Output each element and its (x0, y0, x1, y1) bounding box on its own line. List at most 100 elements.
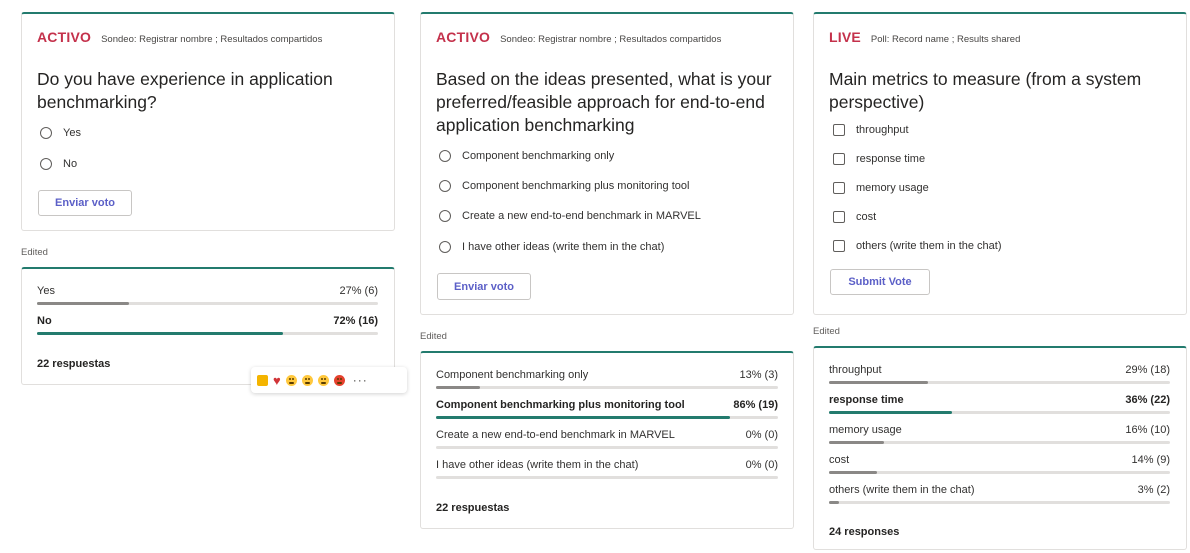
option-label: Component benchmarking only (462, 150, 615, 162)
poll-question: Do you have experience in application be… (37, 69, 333, 112)
more-options-icon[interactable]: ··· (353, 373, 368, 387)
checkbox[interactable] (833, 240, 845, 252)
result-label: Yes (37, 285, 55, 297)
result-label: cost (829, 454, 850, 466)
response-count: 24 responses (829, 526, 900, 538)
poll-option-2[interactable]: Component benchmarking plus monitoring t… (439, 180, 689, 192)
result-label: No (37, 315, 52, 327)
result-bar-track (829, 471, 1170, 474)
result-bar-fill (829, 381, 928, 384)
result-bar-fill (37, 302, 130, 305)
checkbox[interactable] (833, 211, 845, 223)
result-percentage: 0% (0) (745, 459, 778, 471)
poll-option-cost[interactable]: cost (833, 211, 876, 223)
result-row: cost 14% (9) (829, 454, 1170, 476)
poll-settings-text: Poll: Record name ; Results shared (870, 34, 1021, 45)
poll-option-no[interactable]: No (40, 158, 77, 170)
checkbox[interactable] (833, 182, 845, 194)
submit-vote-button[interactable]: Enviar voto (437, 273, 531, 300)
laugh-icon[interactable] (285, 374, 297, 386)
result-percentage: 13% (3) (739, 369, 778, 381)
result-bar-track (37, 302, 378, 305)
edited-label: Edited (813, 326, 840, 337)
result-bar-fill (37, 332, 283, 335)
sad-icon[interactable] (317, 374, 329, 386)
checkbox[interactable] (833, 153, 845, 165)
like-icon[interactable] (257, 374, 268, 386)
option-label: Create a new end-to-end benchmark in MAR… (462, 210, 701, 222)
submit-vote-button[interactable]: Enviar voto (38, 190, 132, 216)
result-label: response time (829, 394, 904, 406)
radio-button[interactable] (439, 180, 451, 192)
result-percentage: 36% (22) (1125, 394, 1170, 406)
poll-question-card: ACTIVO Sondeo: Registrar nombre ; Result… (420, 12, 794, 315)
result-bar-track (829, 381, 1170, 384)
poll-results-card: throughput 29% (18) response time 36% (2… (813, 346, 1187, 550)
radio-button[interactable] (439, 241, 451, 253)
poll-option-3[interactable]: Create a new end-to-end benchmark in MAR… (439, 210, 701, 222)
option-label: No (63, 158, 78, 170)
result-row: others (write them in the chat) 3% (2) (829, 484, 1170, 506)
result-percentage: 27% (6) (339, 285, 378, 297)
option-label: memory usage (856, 182, 929, 194)
result-bar-track (436, 446, 778, 449)
result-percentage: 14% (9) (1131, 454, 1170, 466)
poll-option-others[interactable]: others (write them in the chat) (833, 240, 1002, 252)
response-count: 22 respuestas (436, 502, 510, 514)
radio-button[interactable] (439, 150, 451, 162)
result-label: others (write them in the chat) (829, 484, 975, 496)
option-label: Yes (63, 127, 81, 139)
poll-option-throughput[interactable]: throughput (833, 124, 909, 136)
result-bar-track (37, 332, 378, 335)
poll-option-4[interactable]: I have other ideas (write them in the ch… (439, 241, 664, 253)
result-label: Create a new end-to-end benchmark in MAR… (436, 429, 675, 441)
result-bar-fill (436, 386, 481, 389)
result-bar-track (829, 411, 1170, 414)
result-percentage: 86% (19) (733, 399, 778, 411)
result-bar-fill (829, 471, 877, 474)
result-bar-track (829, 501, 1170, 504)
poll-question-card: LIVE Poll: Record name ; Results shared … (813, 12, 1187, 315)
result-percentage: 29% (18) (1125, 364, 1170, 376)
poll-option-memory-usage[interactable]: memory usage (833, 182, 929, 194)
poll-option-yes[interactable]: Yes (40, 127, 81, 139)
poll-header: LIVE Poll: Record name ; Results shared (829, 29, 1020, 45)
poll-question-card: ACTIVO Sondeo: Registrar nombre ; Result… (21, 12, 395, 231)
result-row: memory usage 16% (10) (829, 424, 1170, 446)
response-count: 22 respuestas (37, 358, 111, 370)
heart-icon[interactable]: ♥ (273, 374, 281, 387)
result-bar-fill (436, 416, 731, 419)
result-label: throughput (829, 364, 882, 376)
result-label: Component benchmarking plus monitoring t… (436, 399, 685, 411)
surprised-icon[interactable] (301, 374, 313, 386)
submit-vote-button[interactable]: Submit Vote (830, 269, 930, 295)
poll-status-label: ACTIVO (436, 29, 491, 45)
checkbox[interactable] (833, 124, 845, 136)
result-bar-track (436, 476, 778, 479)
result-bar-fill (829, 501, 840, 504)
angry-icon[interactable] (333, 374, 345, 386)
radio-button[interactable] (439, 210, 451, 222)
result-row-no: No 72% (16) (37, 315, 378, 337)
result-row: Component benchmarking only 13% (3) (436, 369, 778, 391)
result-row: I have other ideas (write them in the ch… (436, 459, 778, 481)
edited-label: Edited (420, 331, 447, 342)
option-label: others (write them in the chat) (856, 240, 1002, 252)
result-label: Component benchmarking only (436, 369, 589, 381)
result-percentage: 72% (16) (333, 315, 378, 327)
radio-button[interactable] (40, 127, 52, 139)
option-label: throughput (856, 124, 909, 136)
result-bar-fill (829, 411, 952, 414)
reactions-bar: ♥ ··· (251, 367, 407, 393)
poll-option-response-time[interactable]: response time (833, 153, 925, 165)
result-row: Create a new end-to-end benchmark in MAR… (436, 429, 778, 451)
poll-question: Main metrics to measure (from a system p… (829, 69, 1142, 112)
radio-button[interactable] (40, 158, 52, 170)
poll-question: Based on the ideas presented, what is yo… (436, 69, 772, 135)
result-row: response time 36% (22) (829, 394, 1170, 416)
result-label: I have other ideas (write them in the ch… (436, 459, 639, 471)
poll-option-1[interactable]: Component benchmarking only (439, 150, 614, 162)
result-percentage: 3% (2) (1137, 484, 1170, 496)
option-label: Component benchmarking plus monitoring t… (462, 180, 690, 192)
option-label: response time (856, 153, 926, 165)
